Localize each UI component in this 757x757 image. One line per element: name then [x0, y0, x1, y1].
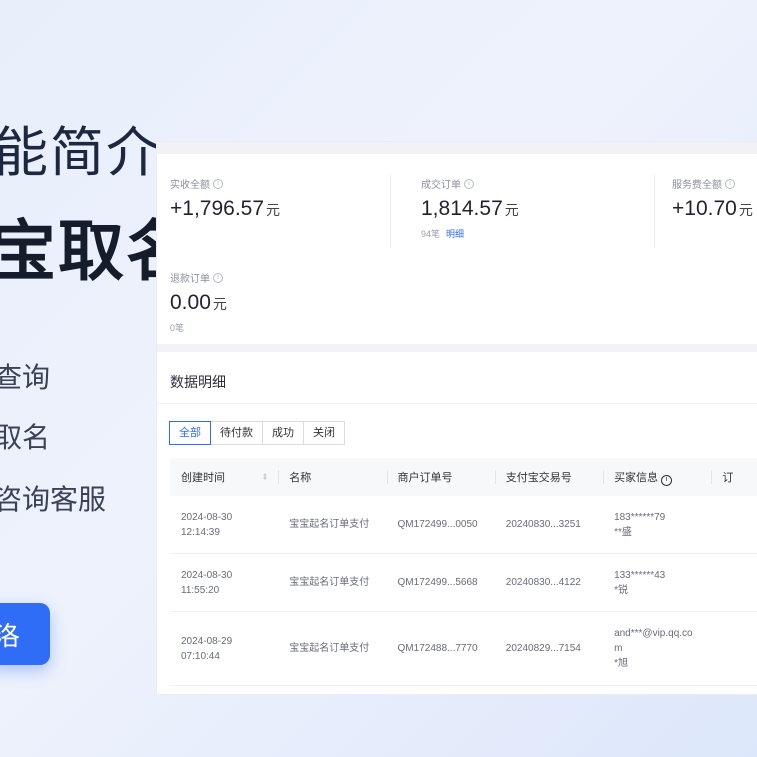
- tab-all[interactable]: 全部: [169, 421, 211, 445]
- stat-label: 退款订单: [170, 274, 210, 285]
- info-icon[interactable]: i: [464, 178, 474, 189]
- cell-merchant-order: QM172488...7770: [397, 643, 478, 654]
- tab-closed[interactable]: 关闭: [303, 421, 345, 445]
- detail-link[interactable]: 明细: [446, 229, 464, 239]
- stat-value: 0.00: [170, 291, 211, 314]
- stat-fee: 服务费全额 i +10.70 元: [672, 176, 753, 221]
- cell-buyer: and***@vip.qq.co m *旭: [614, 628, 693, 669]
- hero-section: 能简介 宝取名 查询 取名 咨询客服 洛: [0, 0, 192, 757]
- table-header: 创建时间 ⇕ 名称 商户订单号 支付宝交易号 买家信息 i 订: [170, 458, 757, 496]
- stat-label: 服务费全额: [672, 180, 722, 191]
- stat-label: 成交订单: [421, 180, 461, 191]
- table-row[interactable]: 2024-08-29 07:10:44 宝宝起名订单支付 QM172488...7…: [170, 612, 757, 686]
- hero-title-line1: 能简介: [0, 123, 162, 183]
- cell-created: 2024-08-30 11:55:20: [181, 569, 233, 596]
- stat-orders: 成交订单 i 1,814.57 元 94笔 明细: [421, 176, 519, 240]
- section-title: 数据明细: [170, 374, 226, 390]
- sort-icon[interactable]: ⇕: [262, 473, 269, 482]
- stat-unit: 元: [504, 202, 519, 218]
- divider: [390, 174, 391, 248]
- info-icon[interactable]: i: [725, 178, 735, 189]
- cell-created: 2024-08-29 07:10:44: [181, 635, 233, 662]
- stat-value: 1,814.57: [421, 197, 503, 220]
- cell-merchant-order: QM172499...5668: [397, 577, 478, 588]
- cell-name: 宝宝起名订单支付: [289, 643, 370, 654]
- table-row[interactable]: 2024-08-30 12:14:39 宝宝起名订单支付 QM172499...0…: [170, 496, 757, 554]
- cell-alipay-trade: 20240830...4122: [505, 577, 581, 588]
- cell-merchant-order: QM172499...0050: [397, 519, 478, 530]
- stat-unit: 元: [738, 202, 753, 218]
- dashboard-panel: 实收全额 i +1,796.57 元 成交订单 i 1,814.57 元 94笔 明细 服…: [157, 142, 757, 694]
- column-header-order: 订: [711, 469, 757, 485]
- info-icon[interactable]: i: [661, 474, 673, 486]
- info-icon[interactable]: i: [213, 272, 223, 283]
- stat-unit: 元: [266, 202, 281, 218]
- stat-received: 实收全额 i +1,796.57 元: [170, 176, 280, 221]
- column-header-alipay-trade: 支付宝交易号: [494, 469, 603, 485]
- cell-alipay-trade: 20240829...7154: [505, 643, 581, 654]
- stat-unit: 元: [212, 296, 227, 312]
- stats-section: 实收全额 i +1,796.57 元 成交订单 i 1,814.57 元 94笔 明细 服…: [157, 154, 757, 352]
- cta-button[interactable]: 洛: [0, 603, 50, 665]
- table-row[interactable]: 2024-08-30 11:55:20 宝宝起名订单支付 QM172499...5…: [170, 554, 757, 612]
- panel-topbar: [157, 142, 757, 154]
- filter-tabs: 全部 待付款 成功 关闭: [169, 421, 345, 445]
- cell-name: 宝宝起名订单支付: [289, 519, 370, 530]
- divider: [157, 403, 757, 404]
- cell-created: 2024-08-30 12:14:39: [181, 511, 233, 538]
- tab-pending[interactable]: 待付款: [210, 421, 263, 445]
- cell-buyer: 183******79 **盛: [614, 511, 666, 538]
- orders-table: 创建时间 ⇕ 名称 商户订单号 支付宝交易号 买家信息 i 订 2024-08-3…: [170, 458, 757, 686]
- stat-value: +1,796.57: [170, 197, 265, 220]
- stat-label: 实收全额: [170, 180, 210, 191]
- order-count: 94笔: [421, 229, 441, 239]
- feature-item: 取名: [0, 422, 51, 453]
- cell-alipay-trade: 20240830...3251: [505, 519, 581, 530]
- column-header-buyer: 买家信息 i: [603, 469, 711, 486]
- info-icon[interactable]: i: [213, 178, 223, 189]
- column-header-created[interactable]: 创建时间 ⇕: [170, 469, 278, 485]
- tab-success[interactable]: 成功: [262, 421, 304, 445]
- refund-count: 0笔: [170, 323, 185, 333]
- column-header-merchant-order: 商户订单号: [386, 469, 495, 485]
- stat-value: +10.70: [672, 197, 737, 220]
- column-header-name: 名称: [278, 469, 386, 485]
- stat-refund: 退款订单 i 0.00 元 0笔: [170, 270, 227, 334]
- feature-item: 咨询客服: [0, 484, 107, 515]
- cell-name: 宝宝起名订单支付: [289, 577, 370, 588]
- cell-buyer: 133******43 *锐: [614, 569, 666, 596]
- feature-item: 查询: [0, 362, 51, 393]
- divider: [654, 174, 655, 248]
